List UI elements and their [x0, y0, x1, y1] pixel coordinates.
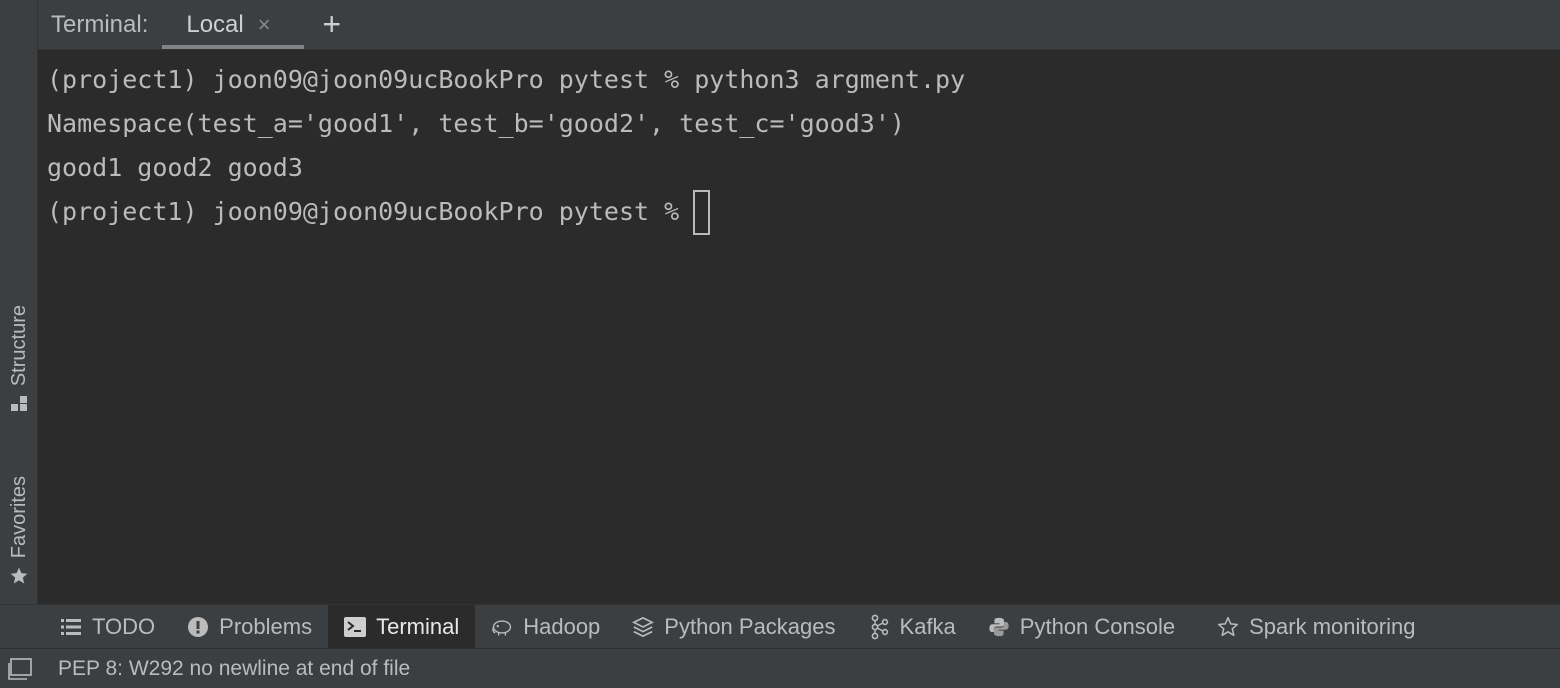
left-tool-strip: Structure Favorites — [0, 0, 38, 604]
tool-problems-label: Problems — [219, 613, 313, 639]
warning-circle-icon — [187, 616, 209, 638]
terminal-header: Terminal: Local × + — [38, 0, 1560, 50]
star-filled-icon — [9, 566, 29, 586]
tool-kafka[interactable]: Kafka — [852, 605, 972, 648]
favorites-tab-label: Favorites — [7, 475, 30, 558]
tool-python-packages-label: Python Packages — [664, 613, 836, 639]
terminal-icon — [344, 616, 367, 638]
tool-window-bar: TODO Problems Terminal Hadoop Python Pac… — [0, 604, 1560, 648]
terminal-output[interactable]: (project1) joon09@joon09ucBookPro pytest… — [38, 50, 1560, 604]
close-icon[interactable]: × — [258, 12, 271, 38]
layers-icon — [632, 616, 655, 638]
structure-icon — [9, 394, 29, 414]
tool-hadoop-label: Hadoop — [523, 613, 601, 639]
terminal-line: good1 good2 good3 — [47, 153, 303, 182]
tool-spark-monitoring[interactable]: Spark monitoring — [1201, 605, 1431, 648]
list-icon — [60, 616, 82, 638]
python-icon — [988, 616, 1010, 638]
tool-terminal-label: Terminal — [376, 613, 460, 639]
tab-local[interactable]: Local × — [162, 0, 305, 49]
toggle-tool-windows-icon[interactable] — [8, 657, 32, 681]
star-icon — [1217, 616, 1239, 638]
hadoop-icon — [491, 616, 513, 638]
tool-python-packages[interactable]: Python Packages — [616, 605, 851, 648]
terminal-line: Namespace(test_a='good1', test_b='good2'… — [47, 109, 905, 138]
terminal-prompt: (project1) joon09@joon09ucBookPro pytest… — [47, 197, 680, 226]
status-message[interactable]: PEP 8: W292 no newline at end of file — [58, 657, 410, 681]
terminal-prompt-line: (project1) joon09@joon09ucBookPro pytest… — [47, 189, 1560, 235]
ide-window: Structure Favorites Terminal: Local × + … — [0, 0, 1560, 688]
favorites-tab[interactable]: Favorites — [0, 452, 38, 586]
tool-terminal[interactable]: Terminal — [328, 605, 476, 648]
tool-spark-monitoring-label: Spark monitoring — [1249, 613, 1416, 639]
terminal-cursor — [693, 189, 711, 235]
tool-python-console-label: Python Console — [1019, 613, 1176, 639]
terminal-line: (project1) joon09@joon09ucBookPro pytest… — [47, 65, 966, 94]
add-tab-button[interactable]: + — [304, 0, 341, 49]
tool-problems[interactable]: Problems — [171, 605, 328, 648]
tab-local-label: Local — [186, 10, 244, 38]
structure-tab-label: Structure — [7, 304, 30, 386]
tool-hadoop[interactable]: Hadoop — [475, 605, 616, 648]
kafka-icon — [868, 614, 890, 639]
tool-todo[interactable]: TODO — [44, 605, 171, 648]
status-bar: PEP 8: W292 no newline at end of file — [0, 648, 1560, 688]
terminal-header-label: Terminal: — [51, 10, 149, 38]
structure-tab[interactable]: Structure — [0, 280, 38, 414]
tool-todo-label: TODO — [92, 613, 156, 639]
tool-python-console[interactable]: Python Console — [972, 605, 1201, 648]
tool-kafka-label: Kafka — [899, 613, 956, 639]
